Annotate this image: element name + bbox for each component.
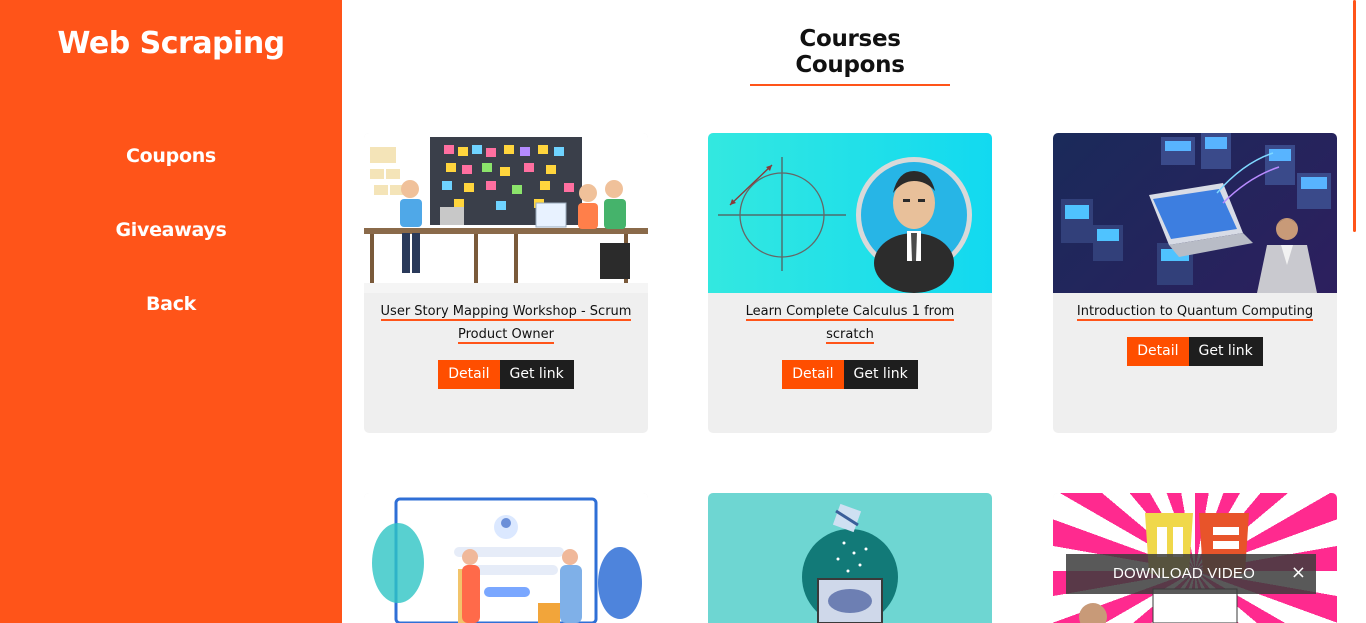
login-illustration <box>372 497 642 623</box>
main-content: Courses Coupons User Story Mapping Works… <box>342 0 1358 623</box>
download-video-label[interactable]: DOWNLOAD VIDEO <box>1113 565 1255 582</box>
course-thumbnail[interactable] <box>364 133 648 293</box>
close-icon[interactable]: × <box>1291 562 1306 583</box>
course-card: User Story Mapping Workshop - Scrum Prod… <box>364 133 648 433</box>
detail-button[interactable]: Detail <box>782 360 844 389</box>
detail-button[interactable]: Detail <box>438 360 500 389</box>
detail-button[interactable]: Detail <box>1127 337 1189 366</box>
get-link-button[interactable]: Get link <box>499 360 574 389</box>
course-card <box>708 493 992 623</box>
get-link-button[interactable]: Get link <box>1188 337 1263 366</box>
course-title[interactable]: Introduction to Quantum Computing <box>1069 300 1321 323</box>
php-gift-illustration <box>802 503 898 623</box>
course-thumbnail[interactable] <box>1053 133 1337 293</box>
course-thumbnail[interactable] <box>364 493 648 623</box>
scrollbar[interactable] <box>1350 0 1358 623</box>
scrollbar-thumb[interactable] <box>1353 0 1356 232</box>
course-title[interactable]: User Story Mapping Workshop - Scrum Prod… <box>380 300 632 346</box>
sidebar-nav: Coupons Giveaways Back <box>0 140 342 362</box>
nav-item-giveaways[interactable]: Giveaways <box>0 214 342 288</box>
course-thumbnail[interactable] <box>708 493 992 623</box>
calculus-illustration <box>718 157 972 293</box>
course-thumbnail[interactable] <box>708 133 992 293</box>
course-title[interactable]: Learn Complete Calculus 1 from scratch <box>724 300 976 346</box>
nav-item-back[interactable]: Back <box>0 288 342 362</box>
course-card <box>364 493 648 623</box>
page-title: Courses Coupons <box>750 26 950 86</box>
download-video-toast[interactable]: DOWNLOAD VIDEO × <box>1066 554 1316 594</box>
sidebar: Web Scraping Coupons Giveaways Back <box>0 0 342 623</box>
get-link-button[interactable]: Get link <box>843 360 918 389</box>
quantum-computing-illustration <box>1061 133 1331 293</box>
course-card: Introduction to Quantum Computing Detail… <box>1053 133 1337 433</box>
nav-item-coupons[interactable]: Coupons <box>0 140 342 214</box>
brand-title[interactable]: Web Scraping <box>0 26 342 61</box>
card-actions: Detail Get link <box>364 360 648 389</box>
course-card: Learn Complete Calculus 1 from scratch D… <box>708 133 992 433</box>
card-actions: Detail Get link <box>708 360 992 389</box>
card-actions: Detail Get link <box>1053 337 1337 366</box>
scrum-team-illustration <box>364 137 648 293</box>
